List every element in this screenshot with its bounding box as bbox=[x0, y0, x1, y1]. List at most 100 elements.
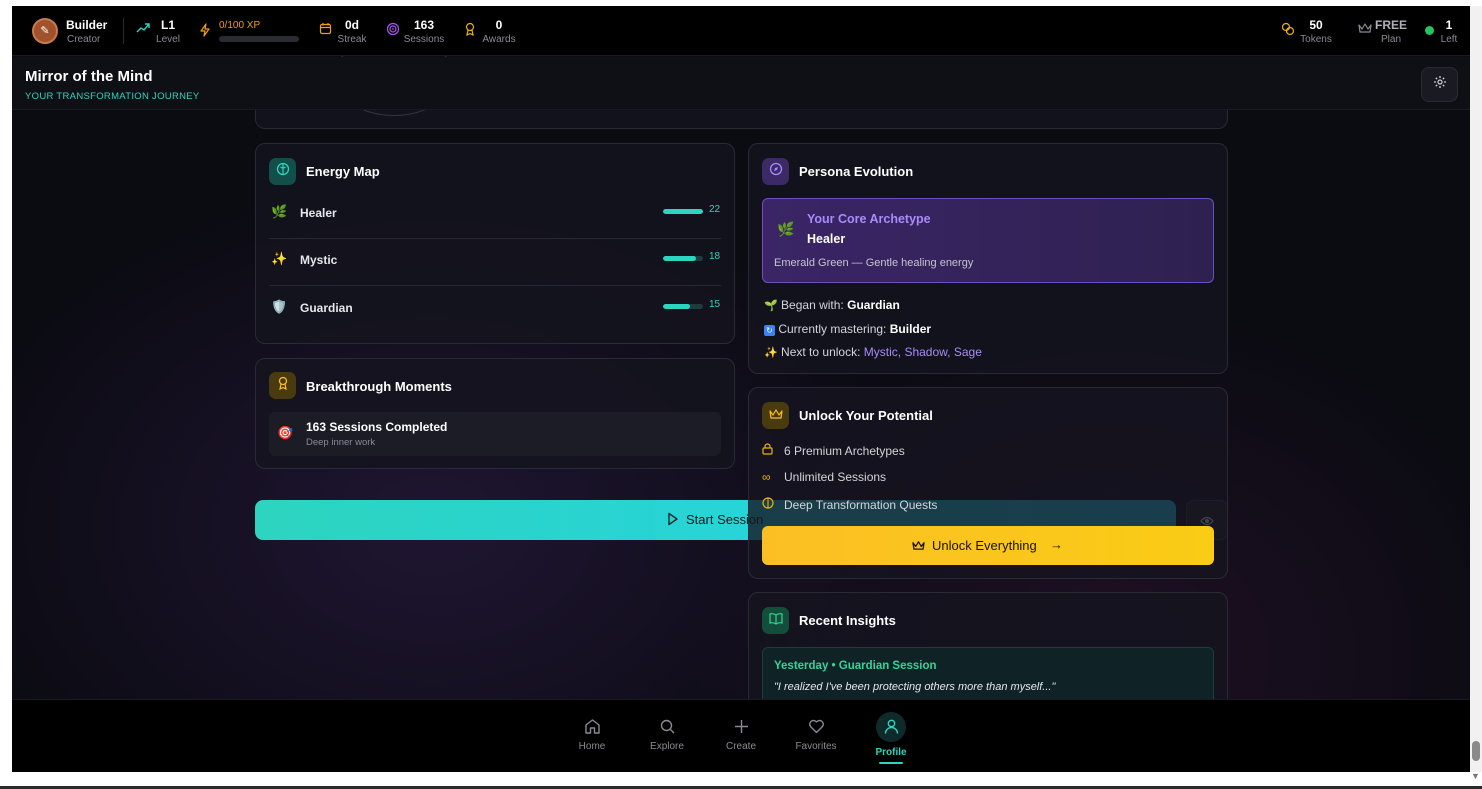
scrollbar-thumb[interactable] bbox=[1472, 741, 1480, 761]
insights-title: Recent Insights bbox=[799, 613, 896, 628]
breakthrough-title: Breakthrough Moments bbox=[306, 379, 452, 394]
target-icon: 🎯 bbox=[277, 425, 294, 440]
tokens-value: 50 bbox=[1309, 18, 1323, 32]
next-unlock-mystic[interactable]: Mystic bbox=[864, 345, 898, 359]
energy-bar-fill bbox=[663, 209, 703, 214]
core-archetype-desc: Emerald Green — Gentle healing energy bbox=[774, 257, 974, 269]
breakthrough-item: 🎯 163 Sessions Completed Deep inner work bbox=[269, 412, 721, 456]
unlock-everything-button[interactable]: Unlock Everything → bbox=[762, 526, 1214, 565]
energy-name: Healer bbox=[300, 206, 337, 220]
avatar[interactable]: ✎ bbox=[32, 18, 58, 44]
breakthrough-card: Breakthrough Moments 🎯 163 Sessions Comp… bbox=[255, 358, 735, 469]
insight-meta: Yesterday • Guardian Session bbox=[774, 660, 937, 672]
energy-value: 22 bbox=[709, 204, 721, 215]
next-unlock-shadow[interactable]: Shadow bbox=[904, 345, 947, 359]
energy-bar bbox=[663, 304, 703, 309]
next-unlock-sage[interactable]: Sage bbox=[954, 345, 982, 359]
sessions-label: Sessions bbox=[403, 34, 445, 45]
left-label: Left bbox=[1440, 34, 1458, 45]
level-label: Level bbox=[156, 34, 180, 45]
began-with-line: 🌱 Began with: Guardian bbox=[764, 298, 900, 312]
play-icon bbox=[667, 512, 679, 531]
energy-name: Guardian bbox=[300, 301, 353, 315]
home-icon bbox=[570, 718, 614, 736]
nav-explore[interactable]: Explore bbox=[644, 718, 690, 758]
nav-favorites[interactable]: Favorites bbox=[791, 718, 841, 758]
unlock-title: Unlock Your Potential bbox=[799, 408, 933, 423]
brain-icon bbox=[269, 158, 296, 185]
breakthrough-item-sub: Deep inner work bbox=[306, 437, 376, 448]
tokens-label: Tokens bbox=[1300, 34, 1332, 45]
nav-home[interactable]: Home bbox=[570, 718, 614, 758]
plan-value: FREE bbox=[1374, 18, 1407, 32]
breakthrough-item-title: 163 Sessions Completed bbox=[306, 420, 448, 434]
persona-evolution-card: Persona Evolution 🌿 Your Core Archetype … bbox=[748, 143, 1228, 374]
page-title: Mirror of the Mind bbox=[25, 68, 153, 85]
energy-row-healer: 🌿 Healer 22 bbox=[269, 192, 721, 239]
left-value: 1 bbox=[1445, 18, 1453, 32]
nav-create[interactable]: Create bbox=[719, 718, 763, 758]
core-archetype-name: Healer bbox=[807, 232, 846, 246]
energy-name: Mystic bbox=[300, 253, 338, 267]
user-name: Builder bbox=[66, 18, 108, 32]
cycle-icon: ↻ bbox=[764, 325, 775, 336]
award-icon bbox=[269, 372, 296, 399]
persona-title: Persona Evolution bbox=[799, 164, 914, 179]
unlock-item-quests: Deep Transformation Quests bbox=[762, 497, 937, 512]
divider bbox=[123, 18, 124, 44]
sparkles-icon: ✨ bbox=[271, 251, 288, 266]
shield-icon: 🛡️ bbox=[271, 299, 288, 314]
energy-bar bbox=[663, 209, 703, 214]
lock-icon bbox=[762, 443, 784, 458]
compass-icon bbox=[762, 158, 789, 185]
seedling-icon: 🌿 bbox=[777, 221, 795, 237]
unlock-item-label: Unlimited Sessions bbox=[784, 470, 887, 484]
scrollbar[interactable]: ▼ bbox=[1470, 6, 1482, 781]
energy-bar-fill bbox=[663, 304, 691, 309]
unlock-potential-card: Unlock Your Potential 6 Premium Archetyp… bbox=[748, 387, 1228, 579]
core-archetype-box: 🌿 Your Core Archetype Healer Emerald Gre… bbox=[762, 198, 1214, 283]
mastering-value: Builder bbox=[889, 322, 932, 336]
nav-label: Explore bbox=[650, 741, 684, 752]
app-window: Energy Map 🌿 Healer 22 ✨ Mystic 18 🛡️ Gu… bbox=[12, 6, 1470, 772]
began-value: Guardian bbox=[847, 298, 900, 312]
core-archetype-label: Your Core Archetype bbox=[807, 212, 931, 226]
began-label: Began with: bbox=[781, 298, 844, 312]
unlock-item-label: Deep Transformation Quests bbox=[784, 498, 938, 512]
energy-bar-fill bbox=[663, 256, 696, 261]
crown-icon bbox=[912, 538, 925, 556]
user-role: Creator bbox=[67, 34, 101, 45]
unlock-item-archetypes: 6 Premium Archetypes bbox=[762, 443, 905, 458]
arrow-right-icon: → bbox=[1050, 537, 1063, 552]
sprout-icon: 🌱 bbox=[764, 300, 778, 312]
sparkles-icon: ✨ bbox=[764, 347, 778, 359]
nav-label: Create bbox=[725, 741, 756, 752]
sessions-value: 163 bbox=[413, 18, 435, 32]
nav-profile[interactable]: Profile bbox=[869, 712, 913, 770]
nav-label: Favorites bbox=[795, 741, 837, 752]
energy-map-title: Energy Map bbox=[306, 164, 380, 179]
xp-text: 0/100 XP bbox=[219, 20, 261, 31]
streak-label: Streak bbox=[337, 34, 367, 45]
top-status-bar: ✎ Builder Creator L1 Level 0/100 XP 0d S… bbox=[12, 6, 1470, 56]
nav-label: Home bbox=[578, 741, 606, 752]
heart-icon bbox=[791, 718, 841, 736]
row-divider bbox=[269, 285, 721, 286]
streak-value: 0d bbox=[344, 18, 359, 32]
page-subtitle: YOUR TRANSFORMATION JOURNEY bbox=[25, 91, 200, 102]
plan-label: Plan bbox=[1380, 34, 1401, 45]
energy-row-mystic: ✨ Mystic 18 bbox=[269, 239, 721, 286]
awards-label: Awards bbox=[482, 34, 516, 45]
scroll-down-arrow[interactable]: ▼ bbox=[1471, 771, 1480, 781]
insight-quote: "I realized I've been protecting others … bbox=[774, 681, 1056, 693]
mastering-line: ↻ Currently mastering: Builder bbox=[764, 322, 931, 336]
book-icon bbox=[762, 607, 789, 634]
bottom-nav: Home Explore Create Favorites Profile bbox=[12, 699, 1470, 772]
active-indicator bbox=[879, 762, 903, 764]
unlock-item-label: 6 Premium Archetypes bbox=[784, 444, 905, 458]
energy-row-guardian: 🛡️ Guardian 15 bbox=[269, 287, 721, 334]
next-unlock-line: ✨ Next to unlock: Mystic, Shadow, Sage bbox=[764, 345, 982, 359]
mastering-label: Currently mastering: bbox=[778, 322, 887, 336]
gear-icon bbox=[1433, 76, 1447, 92]
settings-button[interactable] bbox=[1421, 67, 1458, 102]
